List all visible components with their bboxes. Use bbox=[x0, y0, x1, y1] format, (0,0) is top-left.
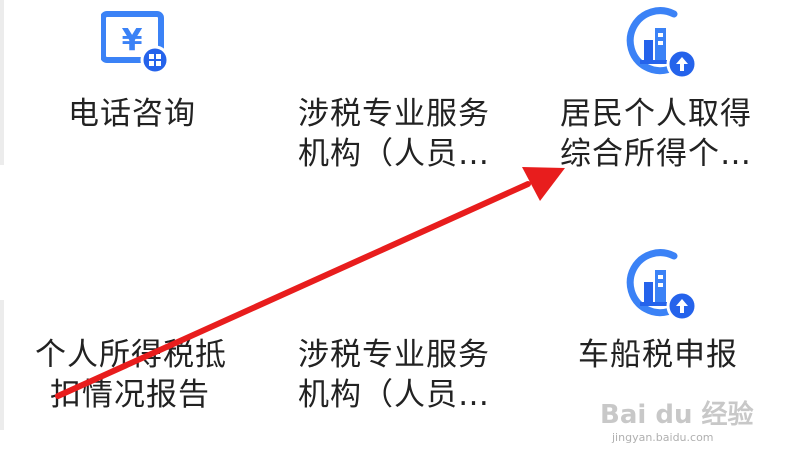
watermark-brand: Bai du 经验 bbox=[600, 400, 754, 430]
watermark-url: jingyan.baidu.com bbox=[612, 431, 714, 444]
baidu-watermark-logo: Bai du 经验 bbox=[600, 394, 760, 454]
